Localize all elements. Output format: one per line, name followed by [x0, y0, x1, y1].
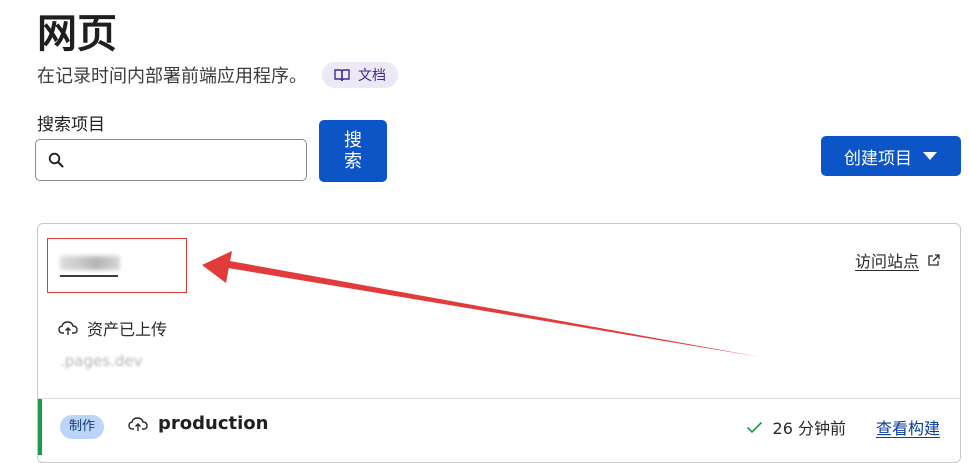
- book-icon: [334, 69, 350, 82]
- visit-site-label: 访问站点: [854, 252, 919, 271]
- deployment-status: 26 分钟前: [746, 415, 846, 439]
- caret-down-icon: [923, 152, 937, 160]
- cloud-upload-icon: [128, 416, 148, 431]
- search-button-label: 搜索: [344, 130, 362, 172]
- redacted-project-name: [60, 256, 120, 270]
- view-build-link[interactable]: 查看构建: [876, 415, 940, 439]
- upload-status-label: 资产已上传: [87, 320, 168, 339]
- branch-info: production: [128, 413, 268, 434]
- docs-label: 文档: [358, 68, 386, 84]
- page-subtitle: 在记录时间内部署前端应用程序。: [37, 66, 307, 87]
- docs-link[interactable]: 文档: [322, 62, 398, 88]
- project-domain: .pages.dev: [60, 352, 143, 370]
- environment-badge: 制作: [60, 415, 105, 439]
- deployment-row: 制作 production 26 分钟前 查看构建: [38, 399, 960, 455]
- project-name-link[interactable]: [60, 254, 120, 277]
- branch-name: production: [158, 413, 269, 434]
- subtitle-row: 在记录时间内部署前端应用程序。 文档: [37, 61, 398, 89]
- project-card: 访问站点 资产已上传 .pages.dev 制作 production 26 分…: [37, 223, 961, 463]
- cloud-upload-icon: [58, 321, 78, 335]
- search-icon: [48, 152, 64, 168]
- page-title: 网页: [37, 11, 117, 57]
- external-link-icon: [928, 253, 940, 266]
- create-project-label: 创建项目: [844, 148, 912, 169]
- create-project-button[interactable]: 创建项目: [821, 136, 961, 176]
- deployment-time: 26 分钟前: [772, 419, 846, 438]
- search-input[interactable]: [72, 144, 306, 176]
- visit-site-link[interactable]: 访问站点: [855, 248, 940, 272]
- check-icon: [746, 421, 762, 433]
- project-name-underline: [60, 275, 118, 277]
- search-label: 搜索项目: [37, 115, 105, 135]
- upload-status: 资产已上传: [58, 316, 167, 340]
- search-button[interactable]: 搜索: [319, 120, 387, 182]
- search-field[interactable]: [35, 139, 307, 181]
